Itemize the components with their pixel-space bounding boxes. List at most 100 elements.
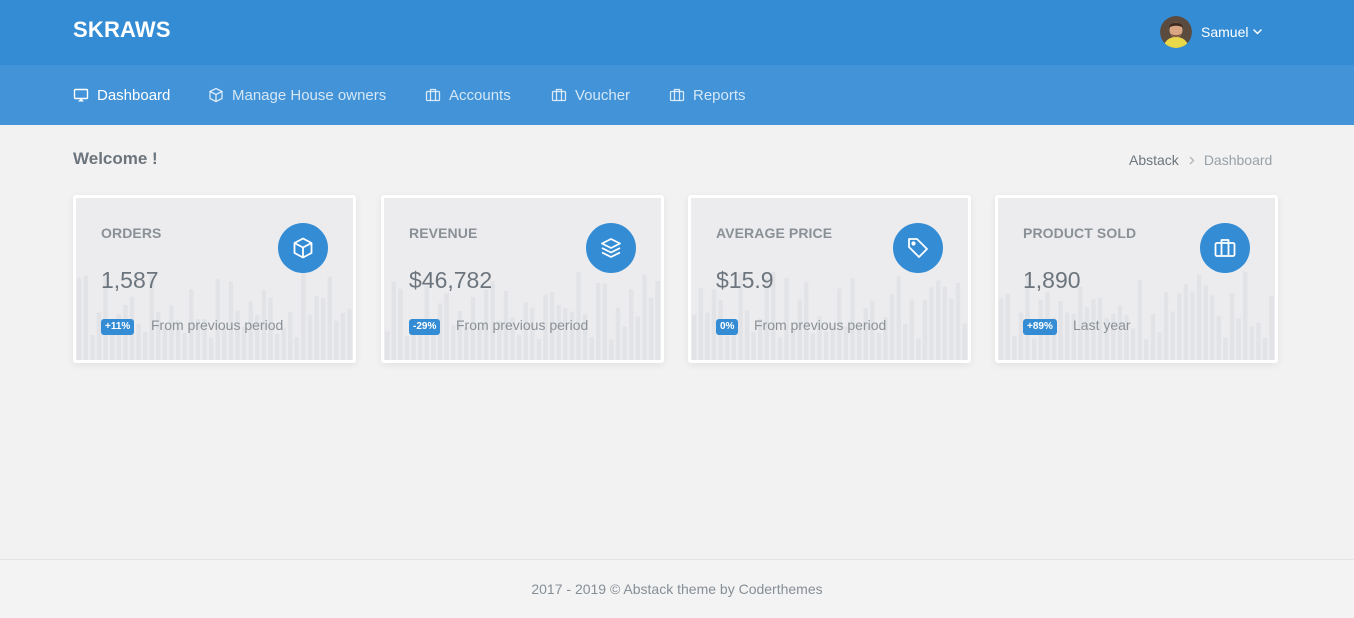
sparkline-bar xyxy=(1012,336,1017,360)
sparkline-bar xyxy=(929,287,934,360)
sparkline-bar xyxy=(334,320,339,360)
user-menu[interactable]: Samuel xyxy=(1160,15,1263,48)
stat-card-revenue: REVENUE $46,782 -29% From previous perio… xyxy=(381,195,664,363)
nav-item-dashboard[interactable]: Dashboard xyxy=(73,65,170,125)
stat-label: PRODUCT SOLD xyxy=(1023,225,1137,241)
stat-note: From previous period xyxy=(456,317,589,333)
sparkline-bar xyxy=(962,323,967,360)
sparkline-bar xyxy=(744,310,750,360)
nav-item-label: Voucher xyxy=(575,86,631,104)
sparkline-bar xyxy=(642,274,647,360)
sparkline-bar xyxy=(1203,285,1208,360)
stat-value: $46,782 xyxy=(409,267,493,293)
sparkline-bar xyxy=(705,312,710,360)
nav-item-manage-house-owners[interactable]: Manage House owners xyxy=(208,65,386,125)
sparkline-bar xyxy=(391,281,396,360)
tag-icon xyxy=(893,223,943,273)
sparkline-bar xyxy=(1137,279,1142,360)
briefcase-icon xyxy=(425,87,441,103)
sparkline-bar xyxy=(692,314,697,360)
stat-value: $15.9 xyxy=(716,267,774,293)
page-title: Welcome ! xyxy=(73,149,158,168)
stat-change-badge: -29% xyxy=(409,319,441,335)
sparkline-bar xyxy=(340,312,346,360)
sparkline-bar xyxy=(1236,318,1241,360)
sparkline-bar xyxy=(909,299,914,360)
user-name: Samuel xyxy=(1201,23,1249,40)
sparkline-bar xyxy=(136,323,141,360)
sparkline-bar xyxy=(949,298,954,360)
box-icon xyxy=(208,87,224,103)
sparkline-bar xyxy=(602,283,607,360)
sparkline-bar xyxy=(922,300,928,360)
sparkline-bar xyxy=(451,325,456,360)
sparkline-bar xyxy=(1183,283,1189,360)
chevron-right-icon xyxy=(1189,156,1195,165)
nav-item-reports[interactable]: Reports xyxy=(669,65,746,125)
sparkline-bar xyxy=(1058,301,1063,360)
sparkline-bar xyxy=(536,339,542,360)
stat-label: AVERAGE PRICE xyxy=(716,225,833,241)
sparkline-bar xyxy=(876,332,882,360)
sparkline-bar xyxy=(615,307,621,360)
sparkline-bar xyxy=(1130,328,1136,360)
sparkline-bar xyxy=(629,289,634,360)
sparkline-bar xyxy=(1163,292,1169,360)
sparkline-bar xyxy=(1249,326,1254,360)
footer: 2017 - 2019 © Abstack theme by Coderthem… xyxy=(0,559,1354,618)
stat-card-orders: ORDERS 1,587 +11% From previous period xyxy=(73,195,356,363)
sparkline-bar xyxy=(955,283,961,360)
user-avatar[interactable] xyxy=(1160,15,1192,48)
sparkline-bar xyxy=(182,332,187,360)
stat-value: 1,587 xyxy=(101,267,159,293)
sparkline-bar xyxy=(314,295,319,360)
stat-change-badge: 0% xyxy=(716,319,739,335)
sparkline-bar xyxy=(418,333,423,360)
breadcrumb-current: Dashboard xyxy=(1203,152,1273,168)
stat-note: Last year xyxy=(1073,317,1131,333)
sparkline-bar xyxy=(635,316,640,360)
sparkline-bar xyxy=(589,337,594,360)
sparkline-bar xyxy=(863,308,868,360)
sparkline-bar xyxy=(1084,307,1090,360)
sparkline-bar xyxy=(648,297,654,360)
stat-label: REVENUE xyxy=(409,225,478,241)
briefcase-icon xyxy=(551,87,567,103)
sparkline-bar xyxy=(307,314,313,360)
sparkline-bar xyxy=(889,294,895,360)
nav-item-label: Dashboard xyxy=(97,86,171,104)
topbar: SKRAWS Samuel xyxy=(0,0,1354,65)
sparkline-bar xyxy=(751,332,756,360)
sparkline-bar xyxy=(398,288,403,360)
sparkline-bar xyxy=(321,298,326,360)
nav-item-accounts[interactable]: Accounts xyxy=(425,65,511,125)
sparkline-bar xyxy=(1243,271,1248,360)
sparkline-bar xyxy=(609,339,614,360)
footer-text: 2017 - 2019 © Abstack theme by Coderthem… xyxy=(531,581,823,597)
nav-item-voucher[interactable]: Voucher xyxy=(551,65,630,125)
nav-item-label: Manage House owners xyxy=(232,86,387,104)
stat-card-product-sold: PRODUCT SOLD 1,890 +89% Last year xyxy=(995,195,1278,363)
app-logo[interactable]: SKRAWS xyxy=(73,17,171,43)
sparkline-bar xyxy=(936,280,941,360)
sparkline-bar xyxy=(274,334,280,360)
sparkline-bar xyxy=(1150,314,1156,360)
sparkline-bar xyxy=(1005,293,1010,360)
briefcase-icon xyxy=(1200,223,1250,273)
stat-change-badge: +11% xyxy=(101,319,135,335)
sparkline-bar xyxy=(810,333,816,360)
sparkline-bar xyxy=(622,326,627,360)
sparkline-bar xyxy=(77,277,82,360)
sparkline-bar xyxy=(1269,295,1274,360)
sparkline-bar xyxy=(896,276,901,360)
sparkline-bar xyxy=(1262,338,1268,360)
breadcrumb-link-abstack[interactable]: Abstack xyxy=(1129,152,1179,168)
sparkline-bar xyxy=(143,331,148,360)
sparkline-bar xyxy=(327,276,332,360)
stat-value: 1,890 xyxy=(1023,267,1081,293)
sparkline-bar xyxy=(823,331,829,360)
layers-icon xyxy=(586,223,636,273)
sparkline-bar xyxy=(903,324,908,360)
sparkline-bar xyxy=(516,334,522,360)
sparkline-bar xyxy=(385,331,390,360)
